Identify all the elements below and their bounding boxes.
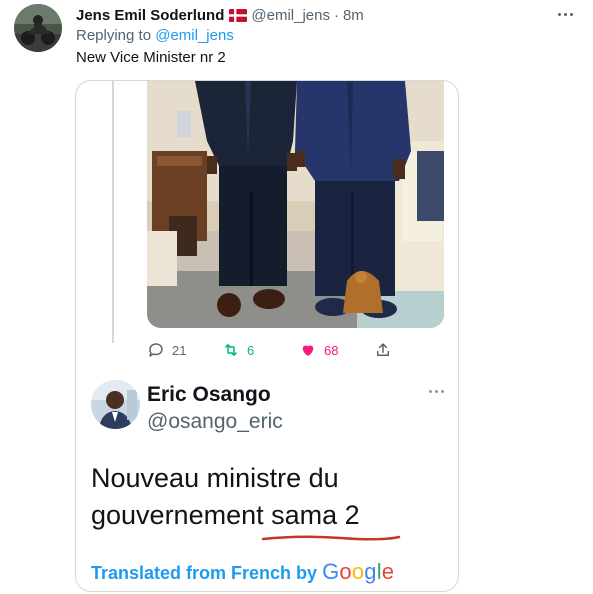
motorcycle-avatar-icon	[14, 4, 62, 52]
reply-icon	[149, 343, 163, 357]
retweet-icon	[225, 344, 237, 356]
attached-screenshot[interactable]: 21 6 68 Eric Osango @osango_eric Nouveau…	[75, 80, 459, 592]
quoted-more-icon	[429, 390, 444, 393]
quoted-text-line-1: Nouveau ministre du	[91, 463, 339, 493]
replying-to: Replying to @emil_jens	[76, 27, 234, 44]
author-handle[interactable]: @emil_jens	[251, 7, 330, 24]
google-logo: Google	[322, 559, 395, 584]
tweet-text: New Vice Minister nr 2	[76, 49, 226, 66]
share-icon	[377, 343, 389, 356]
thread-line	[112, 81, 114, 343]
quoted-author-handle: @osango_eric	[147, 410, 283, 433]
action-bar: 21 6 68	[147, 340, 447, 360]
like-action[interactable]: 68	[299, 340, 338, 360]
translation-attribution: Translated from French by Google	[91, 559, 394, 585]
replying-mention-link[interactable]: @emil_jens	[155, 27, 234, 44]
retweet-action[interactable]: 6	[222, 340, 254, 360]
author-display-name[interactable]: Jens Emil Soderlund	[76, 7, 224, 24]
author-avatar[interactable]	[14, 4, 62, 52]
red-underline-annotation	[261, 533, 401, 543]
reply-action[interactable]: 21	[147, 340, 186, 360]
separator-dot: ·	[333, 6, 339, 24]
more-options-icon[interactable]	[555, 8, 575, 20]
translated-label: Translated from French by	[91, 563, 318, 583]
tweet[interactable]: Jens Emil Soderlund @emil_jens · 8m Repl…	[0, 0, 593, 594]
reply-count: 21	[172, 342, 187, 358]
share-action[interactable]	[374, 340, 392, 360]
denmark-flag-icon	[229, 8, 248, 22]
quoted-text-line-2: gouvernement sama 2	[91, 500, 360, 530]
man-portrait-avatar-icon	[91, 380, 140, 429]
tweet-header: Jens Emil Soderlund @emil_jens · 8m	[76, 5, 364, 25]
quoted-author-avatar	[91, 380, 140, 429]
retweet-count: 6	[247, 342, 255, 358]
heart-icon	[302, 345, 314, 356]
quoted-author-name: Eric Osango	[147, 383, 271, 406]
two-men-in-suits-photo-icon	[147, 81, 444, 328]
like-count: 68	[324, 342, 339, 358]
embedded-photo	[147, 81, 444, 328]
replying-prefix: Replying to	[76, 27, 152, 44]
tweet-timestamp[interactable]: 8m	[343, 7, 364, 24]
